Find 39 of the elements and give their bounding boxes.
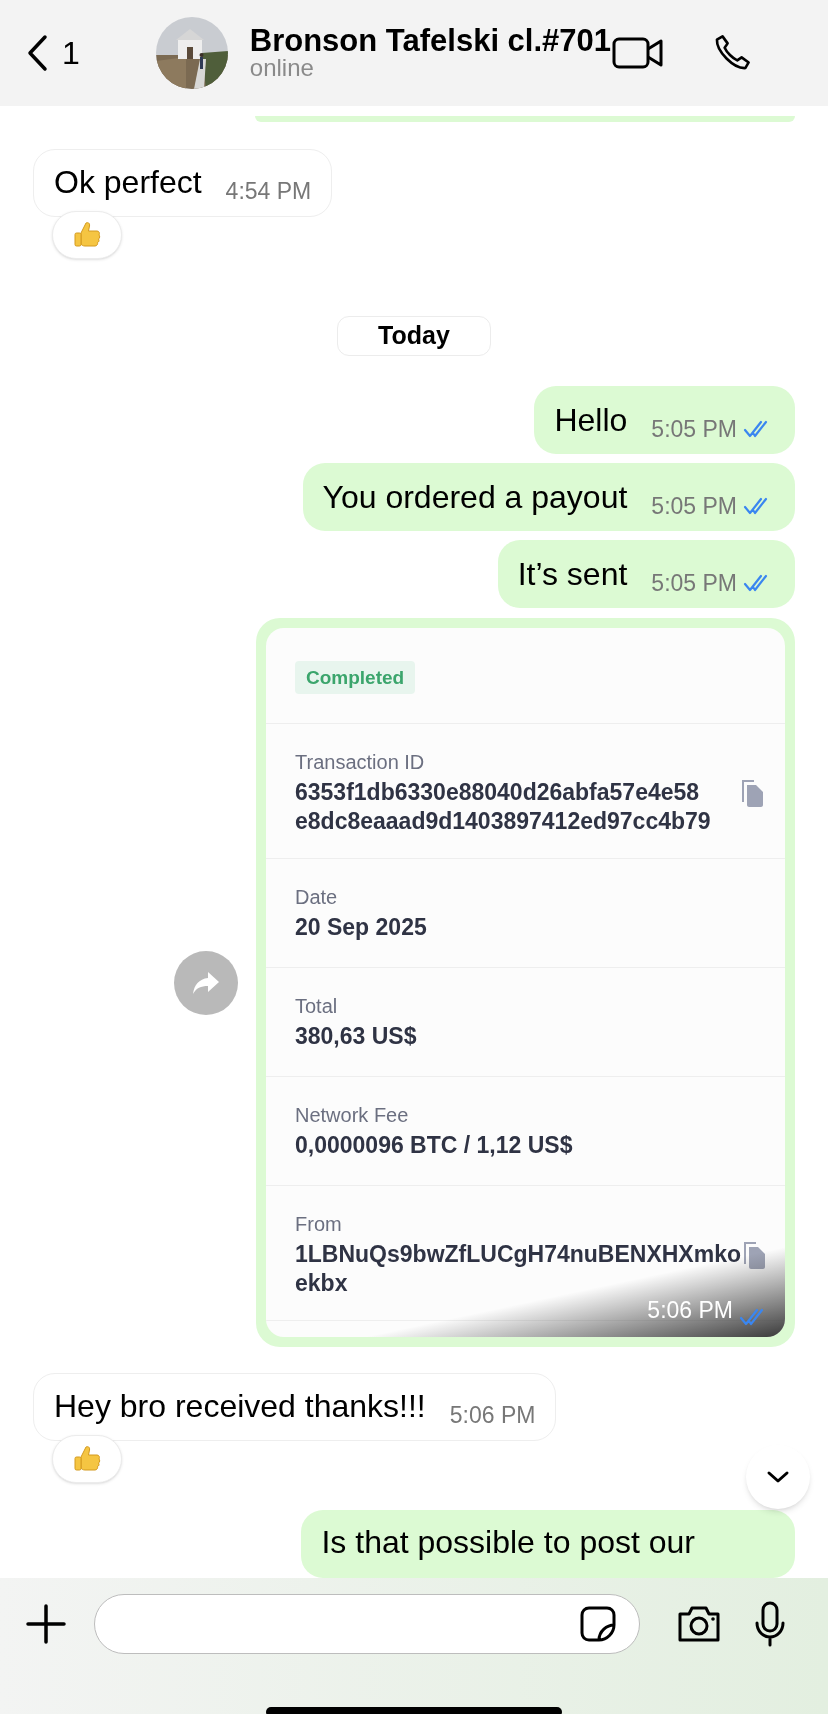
field-label: From <box>295 1212 343 1236</box>
video-call-icon[interactable] <box>611 35 664 71</box>
sticker-icon[interactable] <box>579 1605 617 1643</box>
date-separator: Today <box>337 316 491 356</box>
message-input-field[interactable] <box>94 1594 640 1654</box>
message-text: You ordered a payout <box>322 479 628 515</box>
field-value: 6353f1db6330e88040d26abfa57e4e58 e8dc8eaaad9d1403897412ed97cc4b79 <box>295 778 711 836</box>
message-time: 4:54 PM <box>225 176 312 206</box>
message-time: 5:05 PM <box>651 491 737 521</box>
camera-icon[interactable] <box>676 1605 722 1643</box>
reaction-pill[interactable] <box>52 1435 122 1483</box>
message-time: 5:06 PM <box>449 1400 536 1430</box>
message-time: 5:05 PM <box>651 414 737 444</box>
message-text: Hello <box>554 402 628 438</box>
plus-icon[interactable] <box>26 1604 66 1644</box>
message-text: Is that possible to post our <box>321 1524 695 1560</box>
message-text: Ok perfect <box>54 164 202 200</box>
back-button[interactable]: 1 <box>26 29 80 77</box>
microphone-icon[interactable] <box>754 1601 786 1647</box>
field-value: 380,63 US$ <box>295 1022 417 1051</box>
message-time: 5:06 PM <box>647 1295 733 1325</box>
message-time: 5:05 PM <box>651 568 737 598</box>
message-text: Hey bro received thanks!!! <box>54 1388 426 1424</box>
forward-icon <box>191 969 221 996</box>
field-label: Transaction ID <box>295 750 426 774</box>
scroll-down-button[interactable] <box>746 1445 810 1509</box>
field-value: 20 Sep 2025 <box>295 913 427 942</box>
message-text: It’s sent <box>517 556 628 592</box>
reaction-pill[interactable] <box>52 211 122 259</box>
back-icon <box>26 34 48 72</box>
field-label: Total <box>295 994 339 1018</box>
chevron-down-icon <box>766 1470 790 1484</box>
field-label: Date <box>295 885 339 909</box>
status-badge: Completed <box>295 661 416 694</box>
field-value: 0,0000096 BTC / 1,12 US$ <box>295 1131 573 1160</box>
copy-icon[interactable] <box>741 1240 767 1270</box>
copy-icon[interactable] <box>739 778 765 808</box>
field-label: Network Fee <box>295 1103 410 1127</box>
field-value: 1LBNuQs9bwZfLUCgH74nuBENXHXmko ekbx <box>295 1240 741 1298</box>
